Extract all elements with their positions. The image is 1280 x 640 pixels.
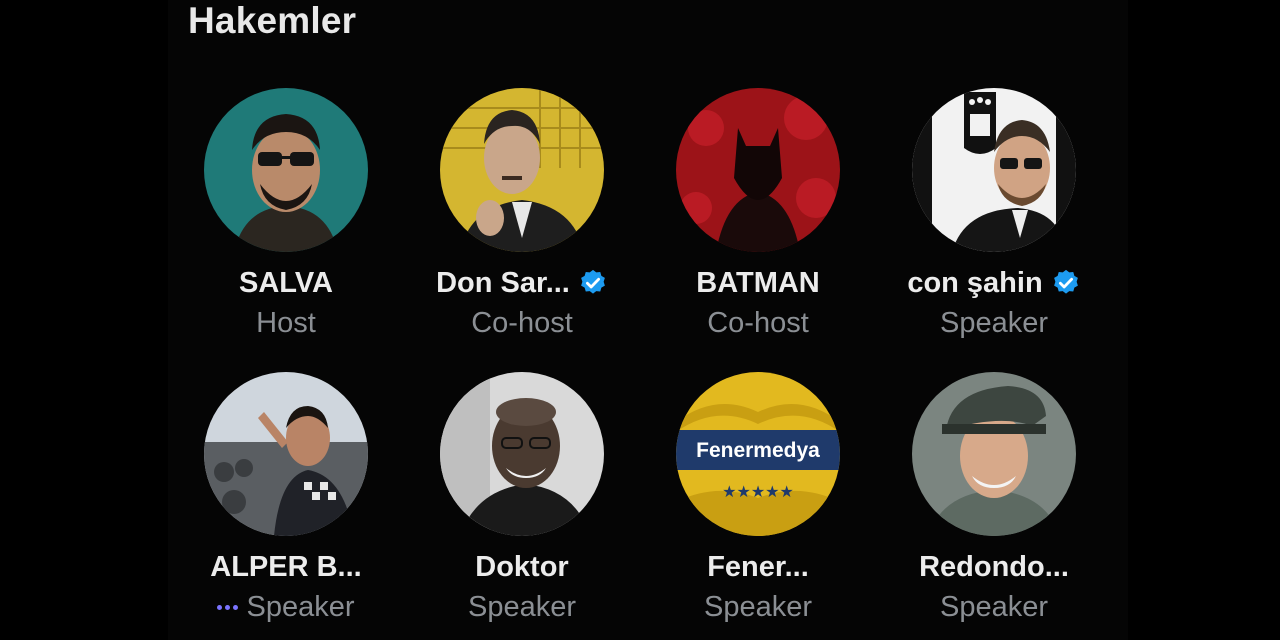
verified-badge-icon (1053, 269, 1078, 294)
participant-role: Speaker (246, 590, 355, 623)
participant-name: Redondo... (919, 550, 1069, 583)
avatar[interactable] (440, 372, 604, 536)
verified-badge-icon (581, 269, 605, 294)
participant-role: Speaker (939, 590, 1048, 623)
avatar-image (440, 372, 604, 536)
participant-role: Co-host (707, 306, 809, 339)
participant-card[interactable]: SALVA Host (168, 88, 404, 348)
participant-name: Fener... (707, 550, 809, 583)
avatar[interactable] (204, 88, 368, 252)
participant-name: BATMAN (696, 266, 820, 299)
avatar-image (204, 372, 368, 536)
participant-name: Doktor (475, 550, 569, 583)
participant-role: Speaker (467, 590, 576, 623)
participant-name: SALVA (239, 266, 333, 299)
participant-card[interactable]: Fenermedya ★★★★★ Fener... Speaker (640, 372, 876, 632)
avatar-image: Fenermedya ★★★★★ (676, 372, 840, 536)
fenermedya-logo-text: Fenermedya (696, 439, 820, 462)
avatar-image (912, 372, 1076, 536)
section-title: Hakemler (188, 0, 357, 41)
avatar[interactable] (912, 88, 1076, 252)
participant-card[interactable]: ALPER B... Speaker (168, 372, 404, 632)
participants-grid: SALVA Host Don Sar... Co-host BATMAN Co-… (168, 88, 1112, 628)
avatar[interactable] (676, 88, 840, 252)
participant-card[interactable]: BATMAN Co-host (640, 88, 876, 348)
avatar[interactable] (204, 372, 368, 536)
participant-card[interactable]: con şahin Speaker (876, 88, 1112, 348)
avatar-image (440, 88, 604, 252)
avatar[interactable] (912, 372, 1076, 536)
speaking-indicator-icon (217, 604, 239, 610)
participant-card[interactable]: Don Sar... Co-host (404, 88, 640, 348)
participant-name: con şahin (907, 266, 1043, 299)
participant-role: Co-host (471, 306, 573, 339)
participant-role: Speaker (703, 590, 812, 623)
avatar[interactable]: Fenermedya ★★★★★ (676, 372, 840, 536)
avatar-image (676, 88, 840, 252)
participant-role: Host (256, 306, 316, 339)
avatar-image (912, 88, 1076, 252)
avatar[interactable] (440, 88, 604, 252)
logo-stars: ★★★★★ (722, 482, 794, 501)
participant-card[interactable]: Doktor Speaker (404, 372, 640, 632)
participant-role: Speaker (939, 306, 1048, 339)
participant-name: Don Sar... (436, 266, 570, 299)
participant-card[interactable]: Redondo... Speaker (876, 372, 1112, 632)
avatar-image (204, 88, 368, 252)
participant-name: ALPER B... (210, 550, 362, 583)
